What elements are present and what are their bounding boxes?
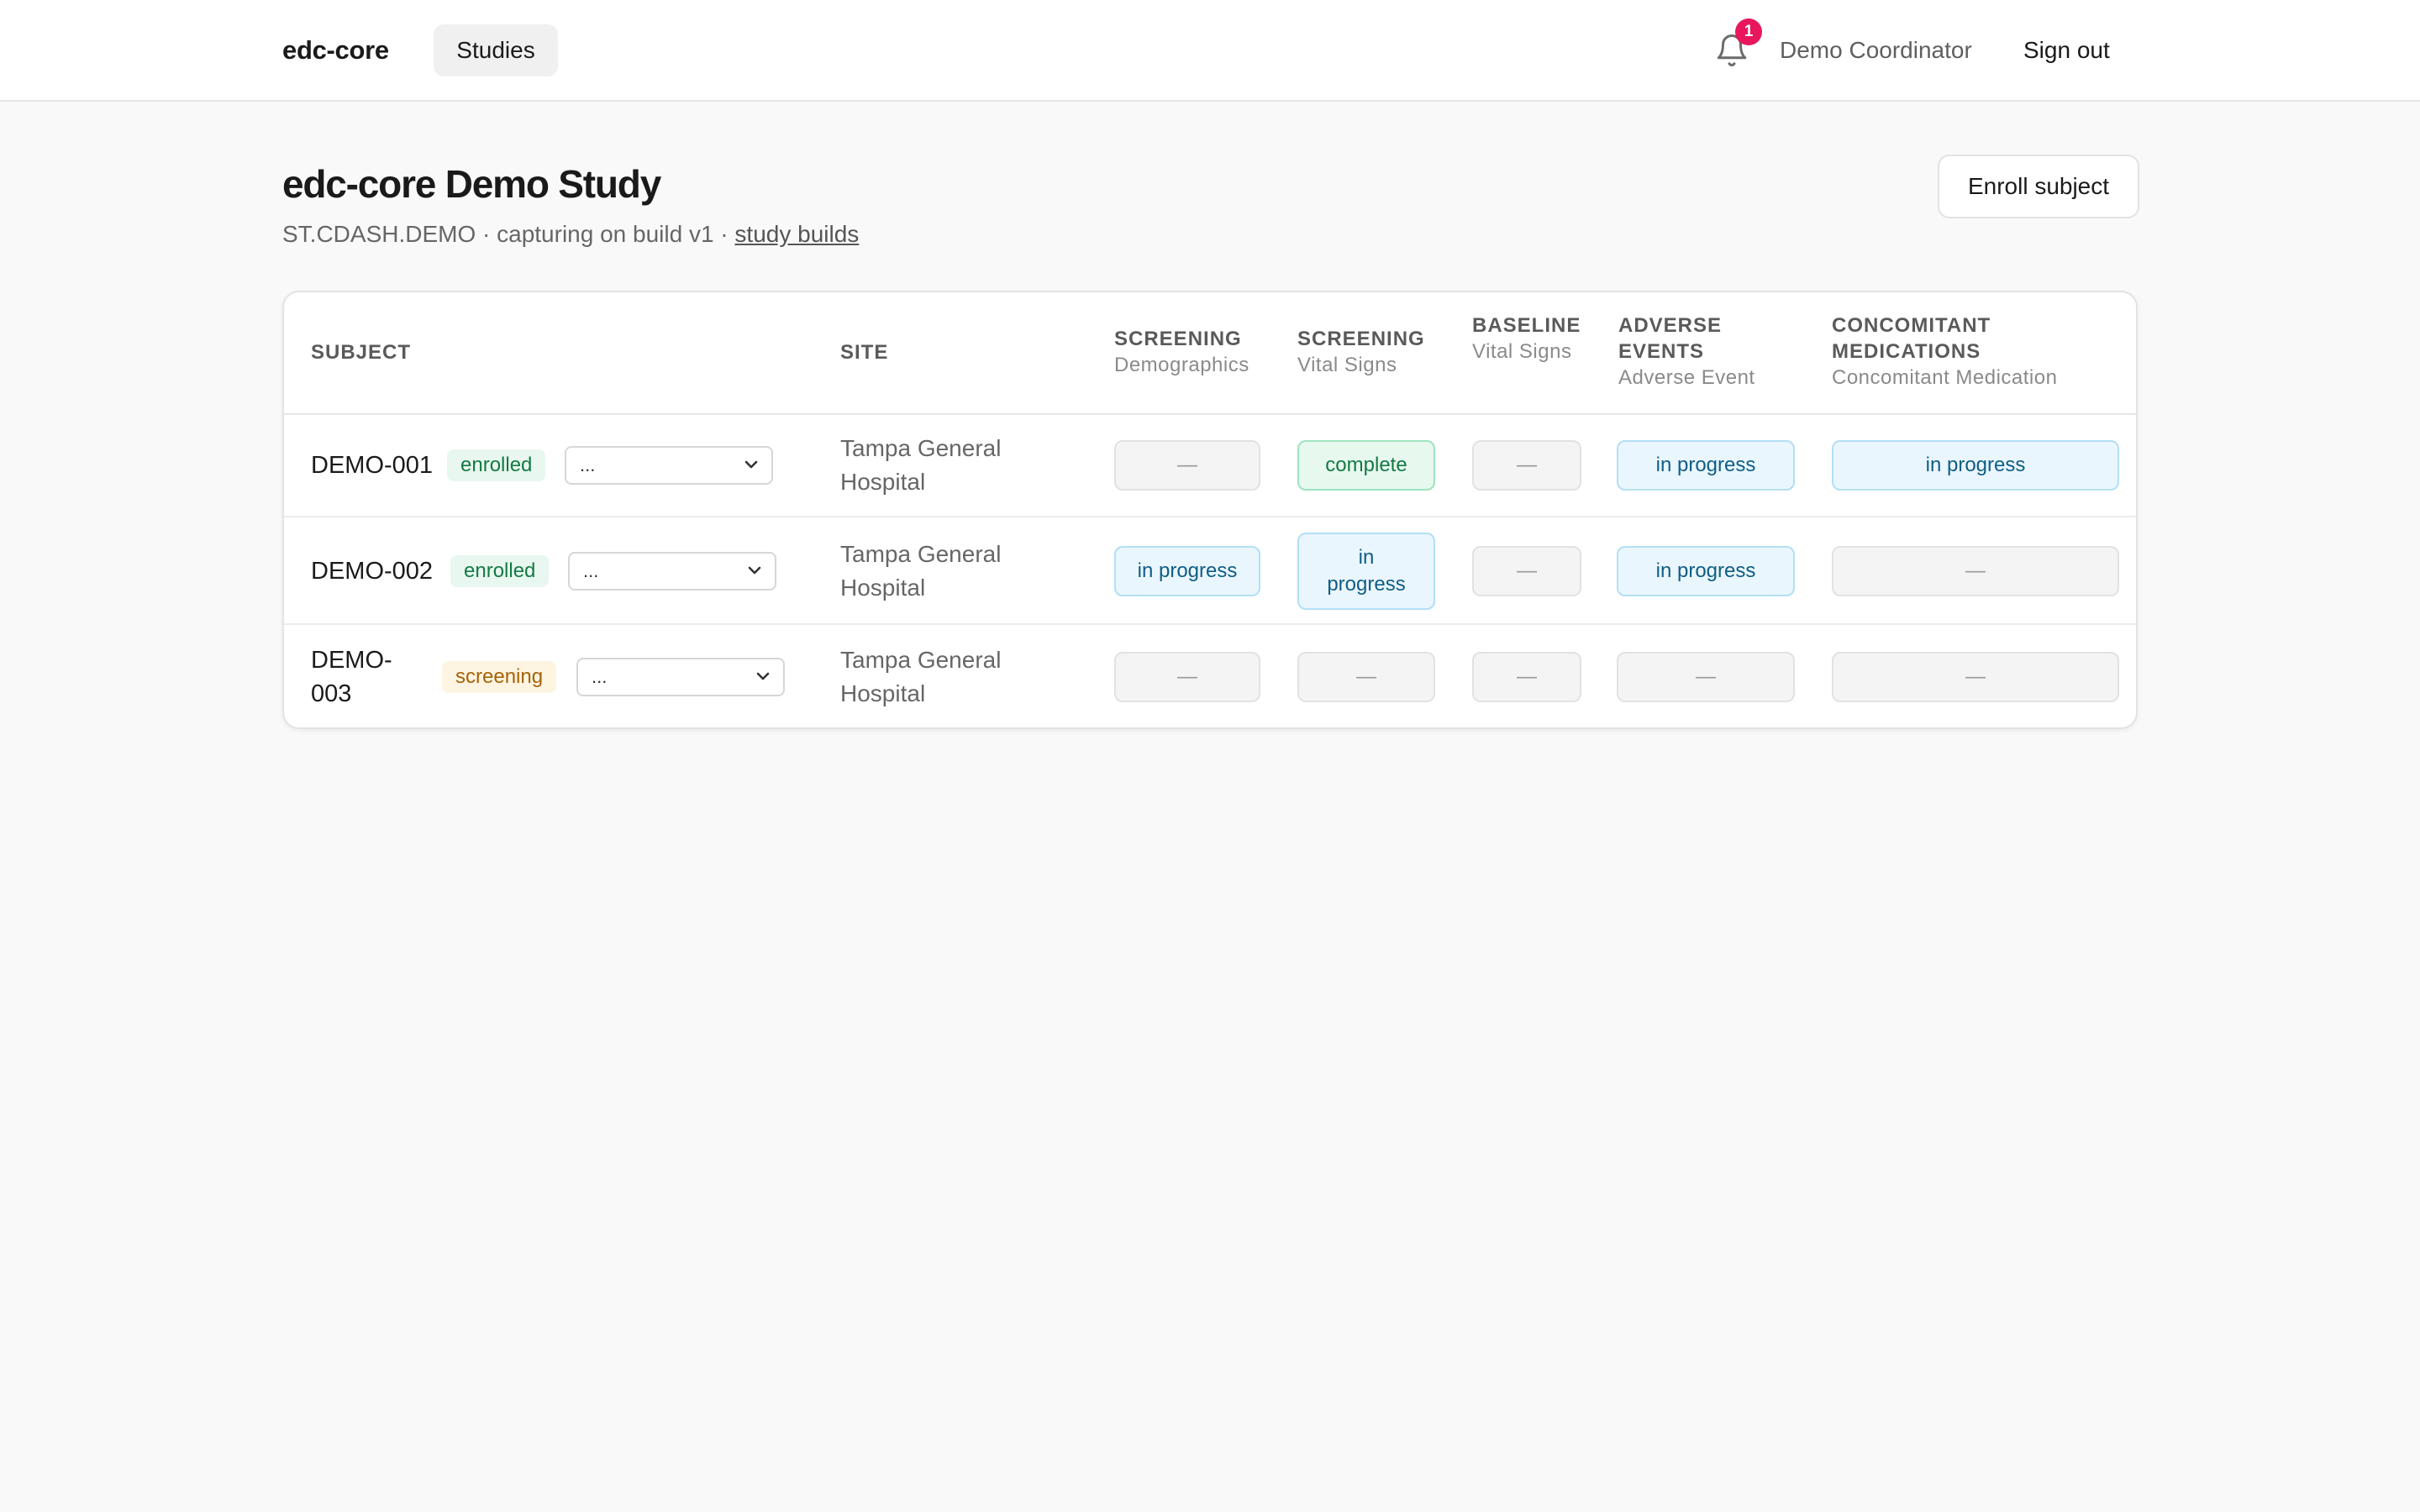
header-subtitle: Vital Signs xyxy=(1472,340,1572,363)
form-status-cell[interactable]: — xyxy=(1832,652,2119,702)
form-status-cell[interactable]: in progress xyxy=(1114,546,1260,596)
form-status-cell[interactable]: in progress xyxy=(1617,546,1795,596)
form-status-cell[interactable]: in progress xyxy=(1297,533,1435,610)
page-subtitle: ST.CDASH.DEMO · capturing on build v1 · … xyxy=(282,218,859,251)
status-badge: screening xyxy=(442,661,557,693)
brand-logo[interactable]: edc-core xyxy=(282,32,389,69)
header-title: ADVERSE EVENTS xyxy=(1618,314,1723,363)
table-row[interactable]: DEMO-003 screening ... Tampa General Hos… xyxy=(284,625,2136,727)
status-badge: enrolled xyxy=(447,449,546,481)
subject-id[interactable]: DEMO-002 xyxy=(311,554,433,588)
form-status-cell[interactable]: — xyxy=(1832,546,2119,596)
form-status-cell[interactable]: — xyxy=(1472,440,1581,491)
header-subject: SUBJECT xyxy=(311,341,412,364)
header-subtitle: Demographics xyxy=(1114,354,1249,376)
study-build-info: ST.CDASH.DEMO · capturing on build v1 · xyxy=(282,221,735,247)
select-value: ... xyxy=(580,454,596,475)
header-title: BASELINE xyxy=(1472,314,1581,337)
site-name: Tampa General Hospital xyxy=(840,541,1002,601)
form-status-cell[interactable]: — xyxy=(1114,652,1260,702)
table-row[interactable]: DEMO-001 enrolled ... Tampa General Hosp… xyxy=(284,415,2136,517)
subject-action-select[interactable]: ... xyxy=(565,446,773,485)
header-title: SCREENING xyxy=(1114,328,1242,350)
form-status-cell[interactable]: — xyxy=(1472,546,1581,596)
form-status-cell[interactable]: — xyxy=(1297,652,1435,702)
header-subtitle: Concomitant Medication xyxy=(1832,366,2058,389)
form-status-cell[interactable]: — xyxy=(1617,652,1795,702)
site-name: Tampa General Hospital xyxy=(840,435,1002,495)
sign-out-button[interactable]: Sign out xyxy=(2023,33,2110,68)
subject-id[interactable]: DEMO-001 xyxy=(311,449,433,482)
enroll-subject-button[interactable]: Enroll subject xyxy=(1938,155,2139,218)
header-title: SCREENING xyxy=(1297,328,1425,350)
header-title: CONCOMITANT MEDICATIONS xyxy=(1832,314,1991,363)
form-status-cell[interactable]: in progress xyxy=(1832,440,2119,491)
user-name: Demo Coordinator xyxy=(1780,37,1972,63)
top-nav-bar: edc-core Studies 1 Demo Coordinator Sign… xyxy=(0,0,2420,102)
subject-action-select[interactable]: ... xyxy=(568,552,776,591)
header-screening-demographics: SCREENING Demographics xyxy=(1114,326,1282,378)
header-subtitle: Adverse Event xyxy=(1618,366,1755,389)
study-builds-link[interactable]: study builds xyxy=(734,221,859,247)
header-screening-vitals: SCREENING Vital Signs xyxy=(1297,326,1440,378)
chevron-down-icon xyxy=(744,460,758,469)
chevron-down-icon xyxy=(748,566,761,575)
header-concomitant-medications: CONCOMITANT MEDICATIONS Concomitant Medi… xyxy=(1832,312,2118,391)
subject-action-select[interactable]: ... xyxy=(576,658,785,696)
form-status-cell[interactable]: in progress xyxy=(1617,440,1795,491)
table-header: SUBJECT SITE SCREENING Demographics SCRE… xyxy=(284,292,2136,415)
form-status-cell[interactable]: complete xyxy=(1297,440,1435,491)
nav-studies-link[interactable]: Studies xyxy=(434,24,558,76)
page-title: edc-core Demo Study xyxy=(282,162,661,206)
form-status-cell[interactable]: — xyxy=(1114,440,1260,491)
header-baseline-vitals: BASELINE Vital Signs xyxy=(1472,312,1586,365)
header-adverse-events: ADVERSE EVENTS Adverse Event xyxy=(1618,312,1795,391)
form-status-cell[interactable]: — xyxy=(1472,652,1581,702)
status-badge: enrolled xyxy=(450,555,550,587)
table-row[interactable]: DEMO-002 enrolled ... Tampa General Hosp… xyxy=(284,517,2136,625)
subjects-table: SUBJECT SITE SCREENING Demographics SCRE… xyxy=(282,291,2138,729)
header-subtitle: Vital Signs xyxy=(1297,354,1397,376)
chevron-down-icon xyxy=(756,672,770,680)
header-site: SITE xyxy=(840,341,889,364)
select-value: ... xyxy=(592,666,608,687)
select-value: ... xyxy=(583,560,599,581)
notification-badge: 1 xyxy=(1735,18,1762,45)
site-name: Tampa General Hospital xyxy=(840,647,1002,706)
subject-id[interactable]: DEMO-003 xyxy=(311,643,403,711)
